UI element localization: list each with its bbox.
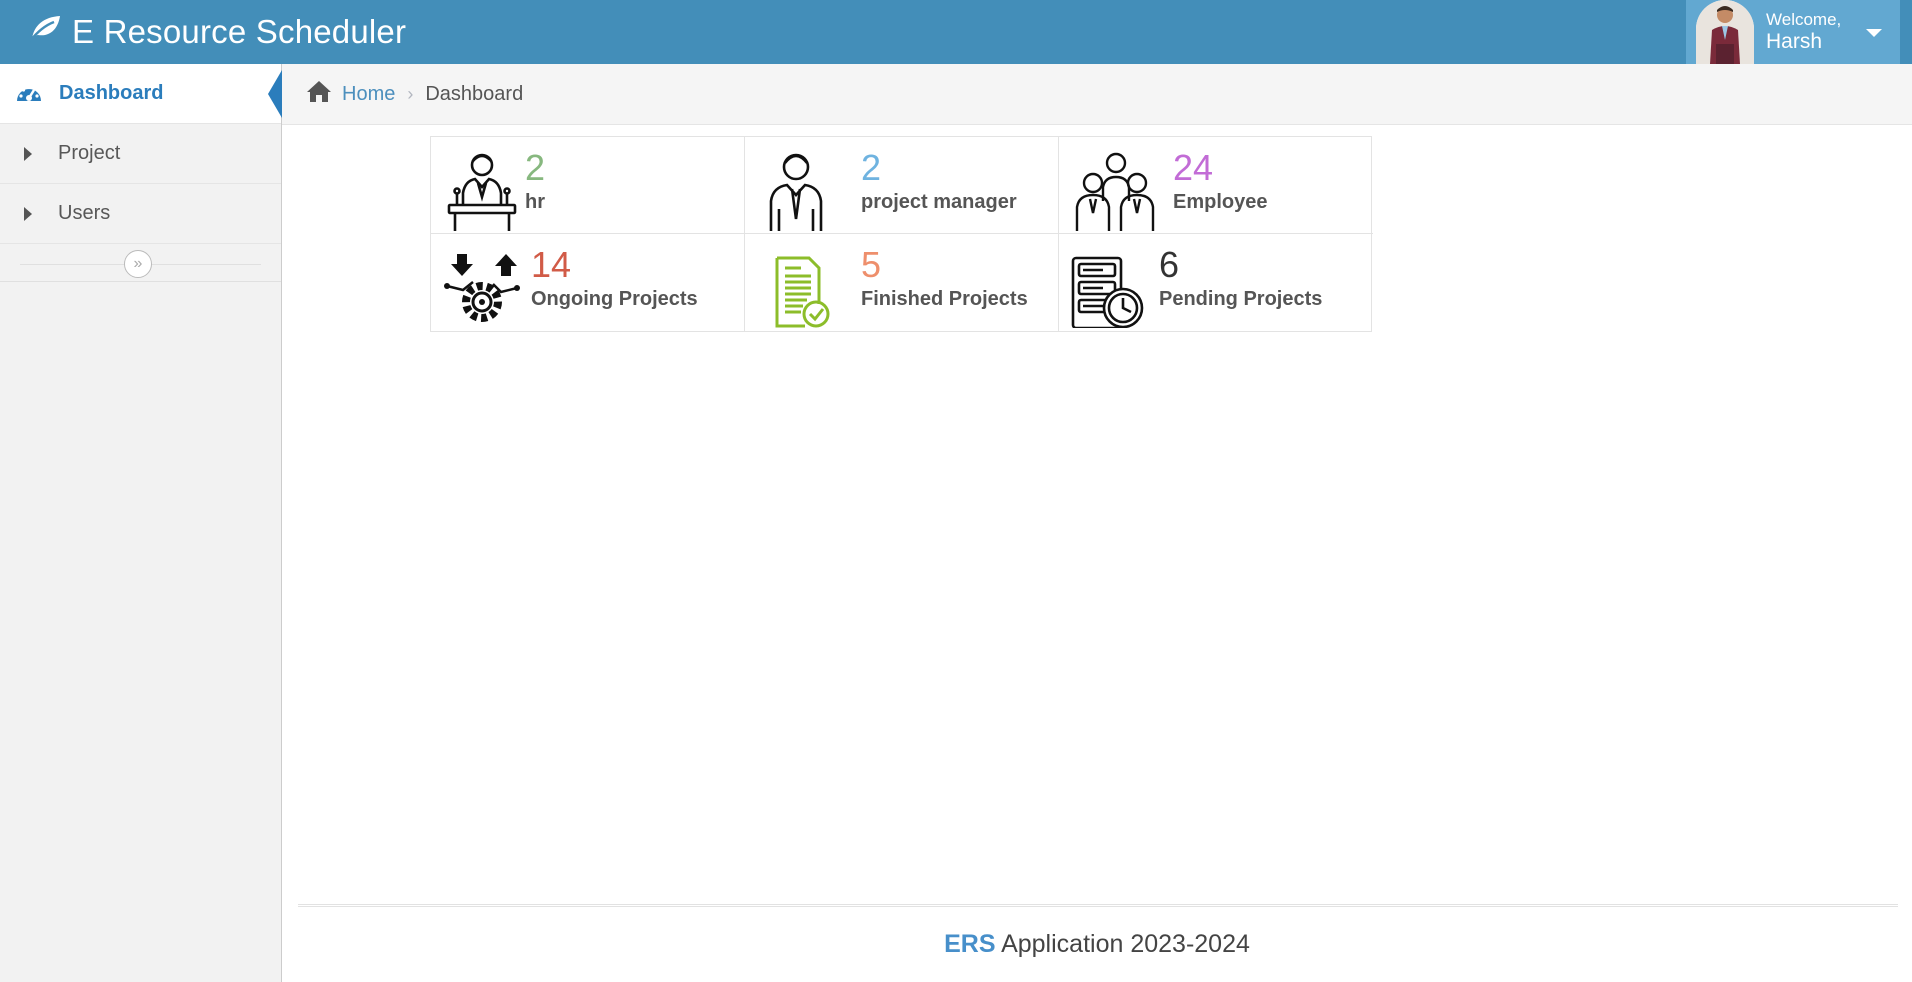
- sidebar-item-users[interactable]: Users: [0, 184, 281, 244]
- team-icon: [1071, 149, 1155, 231]
- stat-project-manager[interactable]: 2 project manager: [745, 137, 1059, 234]
- stat-ongoing-projects[interactable]: 14 Ongoing Projects: [431, 234, 745, 331]
- chevron-right-icon: ›: [407, 83, 414, 104]
- app-title: E Resource Scheduler: [72, 13, 407, 50]
- stat-value: 2: [861, 147, 882, 188]
- user-name: Harsh: [1766, 29, 1823, 53]
- caret-right-icon: [24, 206, 32, 221]
- breadcrumb-home-link[interactable]: Home: [342, 83, 395, 106]
- stat-value: 14: [531, 244, 572, 285]
- stat-value: 24: [1173, 147, 1214, 188]
- stat-label: hr: [525, 191, 545, 213]
- leaf-icon: [28, 13, 72, 51]
- sidebar-item-dashboard[interactable]: Dashboard: [0, 64, 282, 124]
- home-icon: [282, 79, 332, 109]
- footer-text: Application 2023-2024: [1001, 930, 1250, 958]
- breadcrumb: Home › Dashboard: [282, 64, 1912, 125]
- stats-panel: 2 hr 2 project manager 24 Employee 14 On…: [430, 136, 1373, 332]
- footer: ERS Application 2023-2024: [282, 930, 1912, 959]
- document-check-icon: [757, 246, 835, 328]
- speaker-podium-icon: [443, 149, 521, 231]
- sidebar-collapse: »: [0, 244, 281, 282]
- brand[interactable]: E Resource Scheduler: [28, 8, 406, 56]
- user-info: Welcome, Harsh: [1766, 10, 1841, 54]
- manager-icon: [757, 149, 835, 231]
- user-menu[interactable]: Welcome, Harsh: [1686, 0, 1900, 64]
- stat-label: Employee: [1173, 191, 1268, 213]
- gear-process-icon: [443, 246, 521, 328]
- sidebar-item-project[interactable]: Project: [0, 124, 281, 184]
- tachometer-icon: [15, 80, 43, 108]
- stat-finished-projects[interactable]: 5 Finished Projects: [745, 234, 1059, 331]
- stat-pending-projects[interactable]: 6 Pending Projects: [1059, 234, 1373, 331]
- welcome-text: Welcome,: [1766, 10, 1842, 30]
- avatar: [1696, 0, 1754, 64]
- navbar: E Resource Scheduler Welcome, Harsh: [0, 0, 1912, 64]
- stat-label: Pending Projects: [1159, 288, 1323, 310]
- sidebar-item-label: Users: [58, 202, 111, 224]
- breadcrumb-current: Dashboard: [425, 82, 524, 105]
- stat-label: Finished Projects: [861, 288, 1028, 310]
- stat-value: 6: [1159, 244, 1180, 285]
- stat-value: 5: [861, 244, 882, 285]
- sidebar-item-label: Dashboard: [59, 82, 164, 104]
- server-clock-icon: [1071, 246, 1149, 330]
- footer-brand: ERS: [944, 930, 996, 958]
- double-chevron-right-icon[interactable]: »: [124, 250, 152, 278]
- stat-value: 2: [525, 147, 546, 188]
- caret-down-icon[interactable]: [1866, 29, 1882, 37]
- sidebar-item-label: Project: [58, 142, 121, 164]
- footer-divider: [298, 904, 1898, 907]
- stat-label: Ongoing Projects: [531, 288, 698, 310]
- stat-label: project manager: [861, 191, 1017, 213]
- caret-right-icon: [24, 146, 32, 161]
- stat-employee[interactable]: 24 Employee: [1059, 137, 1373, 234]
- stat-hr[interactable]: 2 hr: [431, 137, 745, 234]
- sidebar: Dashboard Project Users »: [0, 64, 282, 982]
